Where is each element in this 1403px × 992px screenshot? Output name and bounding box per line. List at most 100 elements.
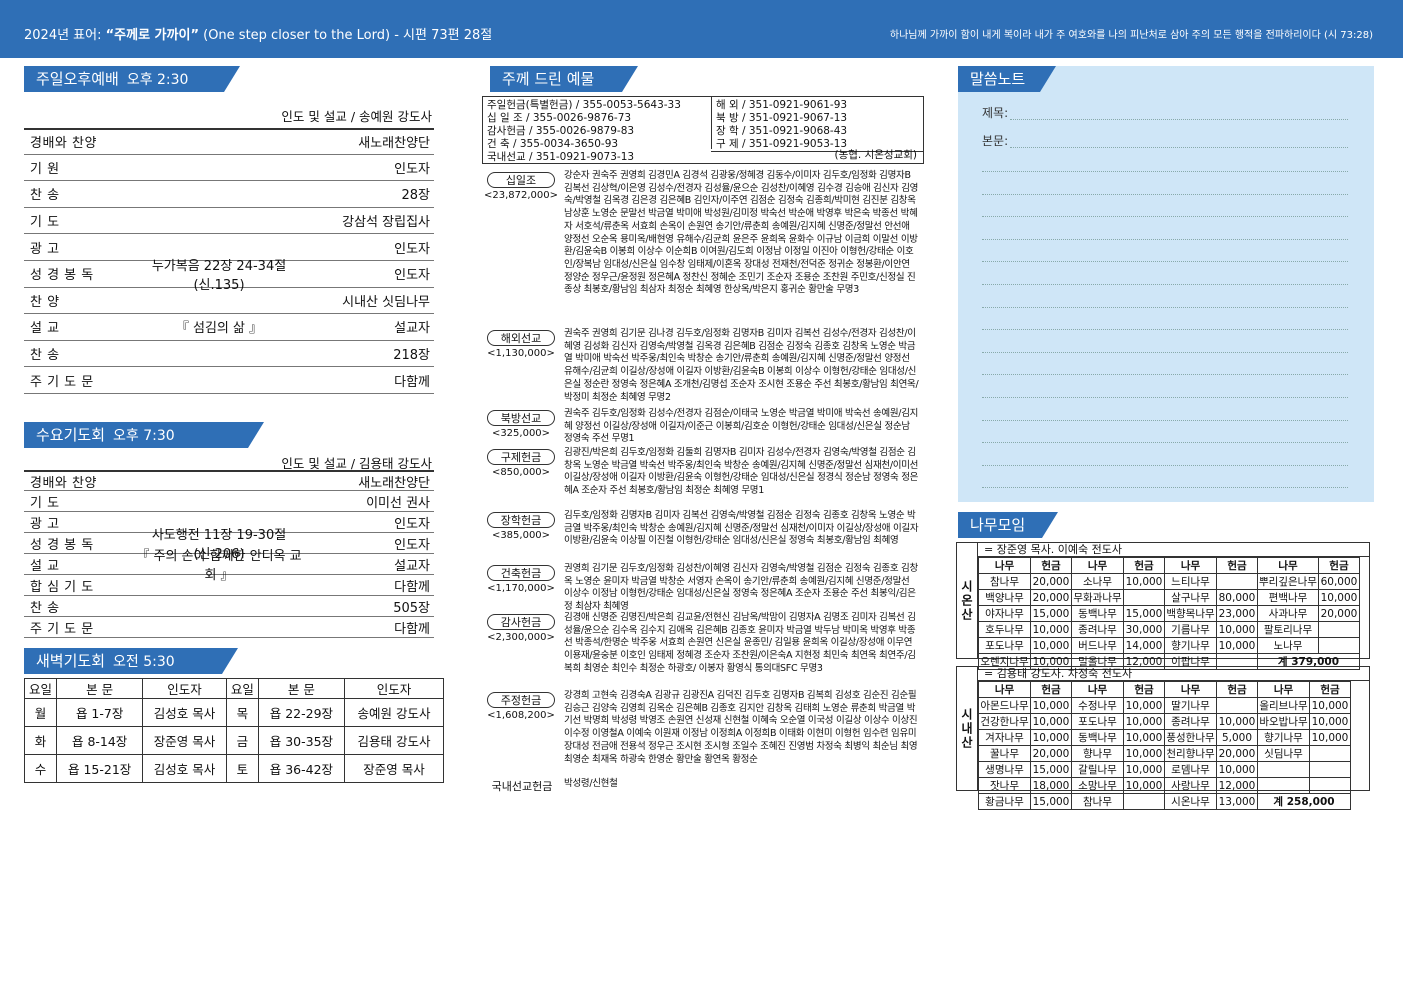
offering-label: 감사헌금 [487,614,555,630]
tree-header-cell: 헌금 [1030,557,1072,574]
tree-cell: 로뎀나무 [1164,761,1217,778]
tree-cell: 15,000 [1030,605,1072,622]
tree-cell: 꿀나무 [978,745,1031,762]
order-person: 인도자 [394,537,430,553]
tree-cell: 5,000 [1216,729,1258,746]
wednesday-title-text: 수요기도회 [36,426,106,444]
note-line[interactable] [982,294,1348,308]
note-line[interactable] [982,226,1348,240]
table-row: 월욥 1-7장 김성호 목사 목 욥 22-29장 송예원 강도사 [23,698,445,727]
note-line[interactable] [982,452,1348,466]
tree-meeting-title-text: 나무모임 [970,516,1026,534]
tree-cell: 포도나무 [1071,713,1124,730]
order-person: 다함께 [394,621,430,637]
table-row: 수욥 15-21장 김성호 목사 토 욥 36-42장 장준영 목사 [23,754,445,783]
motto-en: (One step closer to the Lord) - 시편 73편 2… [198,28,493,43]
tree-cell: 10,000 [1123,745,1165,762]
dawn-cell: 화 [23,726,58,755]
tree-cell: 생명나무 [978,761,1031,778]
note-line[interactable] [982,429,1348,444]
order-person: 인도자 [394,241,430,257]
tree-cell: 10,000 [1030,713,1072,730]
tree-header-cell: 나무 [1071,557,1124,574]
order-person: 인도자 [394,161,430,177]
tree-header-cell: 헌금 [1216,681,1258,698]
order-label: 광 고 [30,241,60,257]
tree-header-cell: 헌금 [1030,681,1072,698]
body-line[interactable] [1010,132,1348,148]
note-line[interactable] [982,384,1348,398]
order-label: 성 경 봉 독 [30,537,94,553]
order-label: 기 도 [30,495,60,511]
order-row: 성 경 봉 독 누가복음 22장 24-34절(신.135) 인도자 [24,259,434,293]
tree-cell: 백향목나무 [1164,605,1217,622]
tree-cell: 호두나무 [978,621,1031,638]
order-label: 찬 송 [30,600,60,616]
tree-cell: 15,000 [1030,793,1072,810]
sunday-leader: 인도 및 설교 / 송예원 강도사 [281,109,432,124]
subject-line[interactable] [1010,104,1348,120]
order-label: 성 경 봉 독 [30,268,94,284]
dawn-cell: 욥 8-14장 [56,726,144,755]
table-row: 생명나무 15,000 갈릴나무 10,000 로뎀나무 10,000 [978,761,1351,778]
tree-header-cell: 나무 [978,681,1031,698]
order-row: 기 도 강삼석 장립집사 [24,208,434,235]
order-person: 설교자 [394,321,430,337]
note-line[interactable] [982,361,1348,376]
tree-cell: 동백나무 [1071,729,1124,746]
dawn-cell: 월 [23,698,58,727]
offering-block: 건축헌금 <1,170,000> 권영희 김기문 김두호/임정화 김성찬/이혜영 김… [482,563,922,612]
account-line: 북 방 / 351-0921-9067-13 [716,112,848,124]
order-person: 이미선 권사 [366,495,430,511]
note-line[interactable] [982,316,1348,331]
bank-name: (농협. 시온성교회) [834,149,918,161]
offering-names: 김두호/임정화 김명자B 김미자 김복선 김영숙/박영철 김점순 김정숙 김종호… [564,510,919,547]
subject-label: 제목: [982,106,1009,120]
note-line[interactable] [982,248,1348,263]
tree-cell: 15,000 [1123,605,1165,622]
note-line[interactable] [982,271,1348,285]
table-row: 겨자나무 10,000 동백나무 10,000 풍성한나무 5,000 향기나무 10,000 [978,729,1351,746]
tree-cell: 10,000 [1309,697,1351,714]
tree-cell [1123,793,1165,810]
tree-cell: 10,000 [1123,777,1165,794]
tree-cell: 편백나무 [1257,589,1319,606]
table-row: 아몬드나무 10,000 수정나무 10,000 딸기나무 올리브나무 10,000 [978,697,1351,714]
tree-cell: 갈릴나무 [1071,761,1124,778]
order-row: 찬 송 218장 [24,341,434,368]
tree-cell: 수정나무 [1071,697,1124,714]
tree-header-cell: 나무 [1164,681,1217,698]
note-line[interactable] [982,181,1348,195]
tree-cell: 버드나무 [1071,637,1124,654]
dawn-cell: 욥 22-29장 [257,698,345,727]
accounts-left: 주일헌금(특별헌금) / 355-0053-5643-33 십 일 조 / 355… [487,99,681,164]
tree-cell: 시온나무 [1164,793,1217,810]
note-line[interactable] [982,158,1348,172]
order-row: 경배와 찬양 새노래찬양단 [24,470,434,491]
offering-amount: <850,000> [491,467,551,478]
order-person: 설교자 [394,558,430,574]
tree-cell: 10,000 [1317,589,1360,606]
dawn-cell: 수 [23,754,58,783]
offering-names: 김광진/박은희 김두호/임정화 김둘희 김명자B 김미자 김성수/전경자 김영숙… [564,447,919,497]
note-line[interactable] [982,407,1348,421]
offering-amount: <325,000> [491,428,551,439]
note-line[interactable] [982,474,1348,489]
offerings-title-text: 주께 드린 예물 [502,70,595,88]
tree-cell: 팔토리나무 [1257,621,1319,638]
note-line[interactable] [982,339,1348,353]
tree-header-cell: 헌금 [1123,681,1165,698]
tree-cell: 사랑나무 [1164,777,1217,794]
tree-cell: 올리브나무 [1257,697,1310,714]
note-line[interactable] [982,203,1348,218]
tree-cell: 참나무 [978,573,1031,590]
account-line: 구 제 / 351-0921-9053-13 [716,138,848,150]
offering-amount: <1,170,000> [487,583,555,594]
dawn-cell: 욥 15-21장 [56,754,144,783]
order-person: 새노래찬양단 [358,136,430,152]
tree-cell: 20,000 [1030,745,1072,762]
wednesday-order: 경배와 찬양 새노래찬양단 기 도 이미선 권사 광 고 인도자 성 경 봉 독 사도행전 1… [24,470,434,638]
tree-cell: 10,000 [1123,697,1165,714]
account-line: 장 학 / 351-0921-9068-43 [716,125,848,137]
account-line: 해 외 / 351-0921-9061-93 [716,99,848,111]
